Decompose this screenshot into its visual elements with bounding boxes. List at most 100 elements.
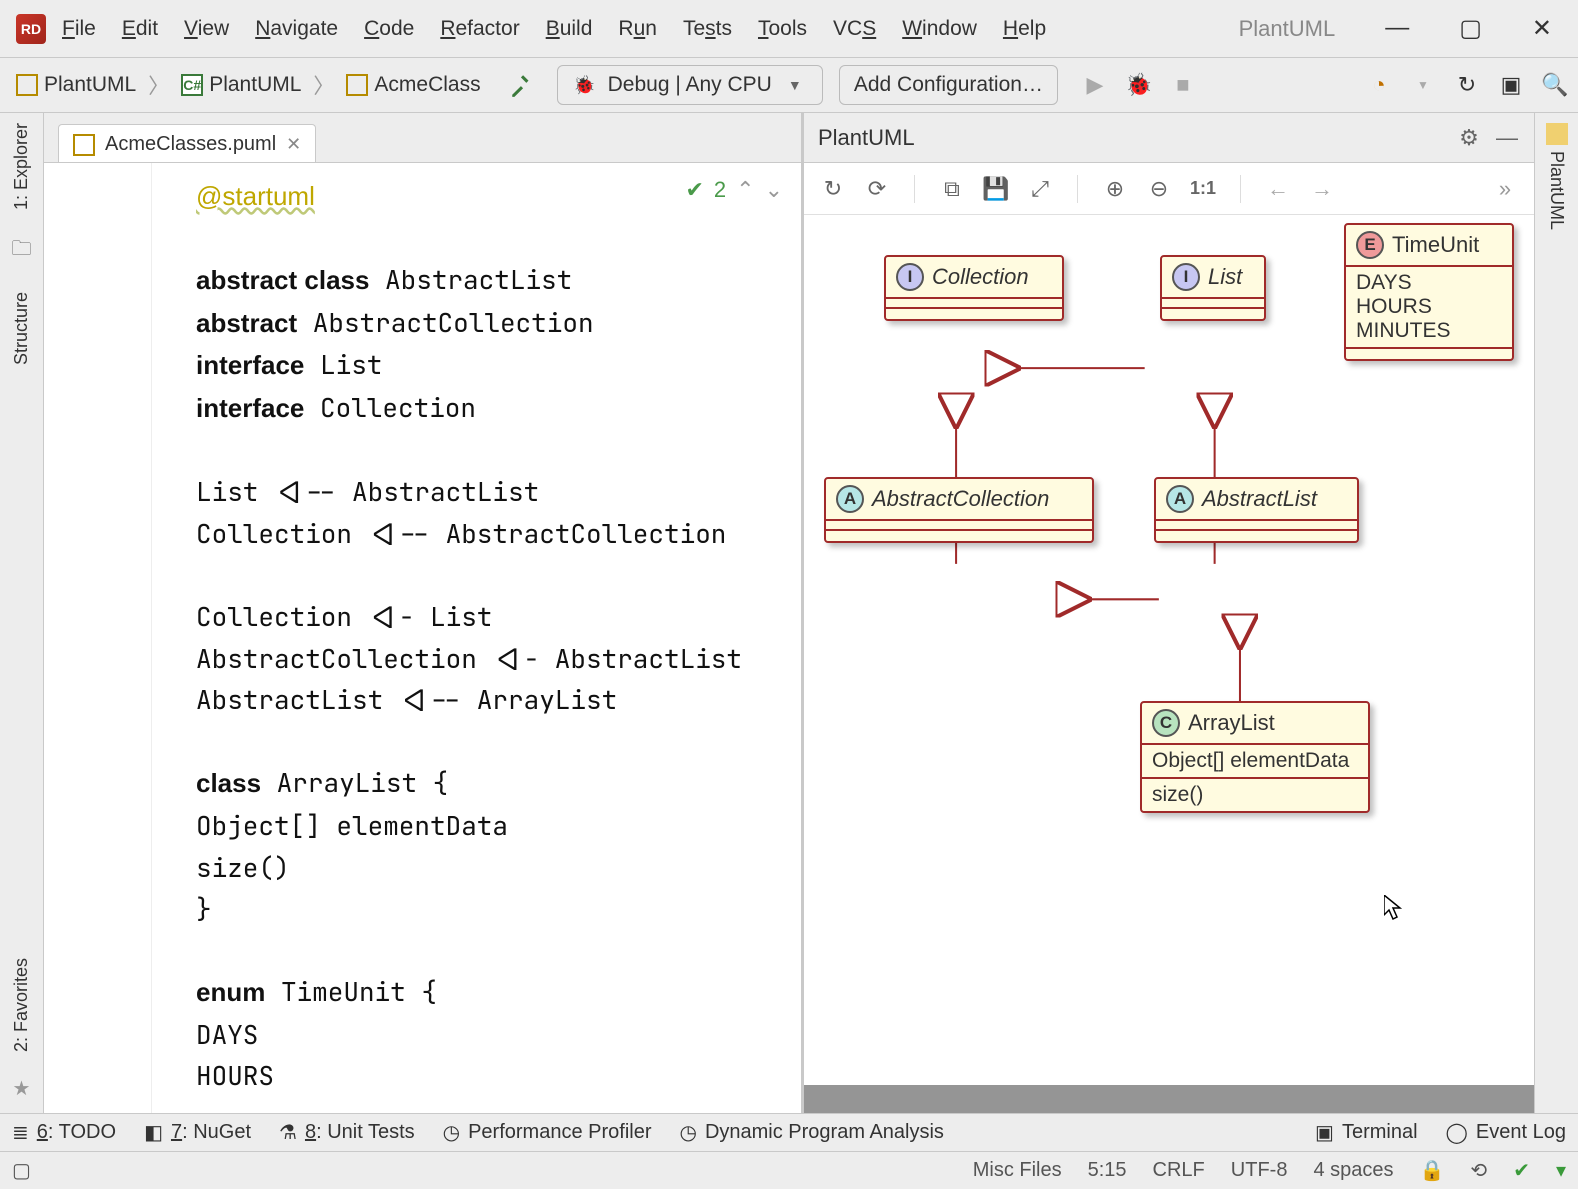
copy-icon[interactable]: ⧉ (939, 176, 965, 202)
search-icon[interactable]: 🔍 (1542, 72, 1568, 98)
uml-class-name: TimeUnit (1392, 232, 1479, 258)
close-tab-icon[interactable]: ✕ (286, 134, 301, 155)
menu-tests[interactable]: Tests (683, 17, 732, 41)
cube-icon (1546, 123, 1568, 145)
save-icon[interactable]: 💾 (983, 176, 1009, 202)
inspection-widget[interactable]: ✔ 2 ⌃ ⌄ (685, 177, 783, 203)
lock-icon[interactable]: 🔒 (1420, 1158, 1445, 1183)
balloon-icon: ◯ (1446, 1120, 1468, 1145)
minimize-panel-icon[interactable]: — (1494, 125, 1520, 151)
chevron-right-icon: 〉 (146, 70, 171, 100)
uml-class-name: Collection (932, 264, 1029, 290)
menu-help[interactable]: Help (1003, 17, 1046, 41)
status-indent[interactable]: 4 spaces (1313, 1159, 1393, 1182)
menu-build[interactable]: Build (546, 17, 593, 41)
run-play-icon[interactable]: ▶ (1082, 72, 1108, 98)
uml-class-name: AbstractCollection (872, 486, 1049, 512)
zoom-in-icon[interactable]: ⊕ (1102, 176, 1128, 202)
breadcrumb-project[interactable]: C#PlantUML (175, 71, 307, 99)
menu-navigate[interactable]: Navigate (255, 17, 338, 41)
uml-method: size() (1142, 779, 1368, 811)
diagram-canvas[interactable]: ICollection IList AAbstractCollection AA… (804, 215, 1534, 1085)
stop-icon[interactable]: ■ (1170, 72, 1196, 98)
tool-dpa[interactable]: ◷Dynamic Program Analysis (680, 1120, 944, 1145)
menu-refactor[interactable]: Refactor (440, 17, 519, 41)
window-minimize-icon[interactable]: — (1385, 14, 1409, 43)
editor-gutter (44, 163, 152, 1113)
tool-event-log[interactable]: ◯Event Log (1446, 1120, 1566, 1145)
external-open-icon[interactable]: ⤢ (1027, 176, 1053, 202)
rail-favorites[interactable]: 2: Favorites (11, 958, 32, 1052)
cube-icon (73, 134, 95, 156)
preview-title: PlantUML (818, 125, 915, 151)
play-tool-icon[interactable]: ▣ (1498, 72, 1524, 98)
sync-project-icon[interactable]: ↻ (1454, 72, 1480, 98)
abstract-badge: A (836, 485, 864, 513)
breadcrumb-file[interactable]: AcmeClass (340, 71, 486, 99)
chevron-down-icon[interactable]: ⌄ (765, 177, 783, 203)
app-icon: RD (16, 14, 46, 44)
menu-vcs[interactable]: VCS (833, 17, 876, 41)
menu-view[interactable]: View (184, 17, 229, 41)
add-configuration-button[interactable]: Add Configuration… (839, 65, 1058, 105)
status-line-endings[interactable]: CRLF (1153, 1159, 1205, 1182)
shield-icon[interactable]: ▾ (1556, 1158, 1566, 1183)
enum-value: HOURS (1356, 295, 1502, 319)
auto-refresh-icon[interactable]: ⟳ (864, 176, 890, 202)
folder-icon[interactable]: 🗀 (12, 234, 32, 268)
uml-class-name: List (1208, 264, 1242, 290)
rail-structure[interactable]: Structure (11, 292, 32, 365)
inspect-ok-icon[interactable]: ✔ (1513, 1158, 1530, 1183)
nav-back-icon[interactable]: ← (1265, 176, 1291, 202)
meter-icon: ◷ (443, 1120, 460, 1145)
tool-nuget[interactable]: ◧7: NuGet (144, 1120, 251, 1145)
menu-code[interactable]: Code (364, 17, 414, 41)
window-close-icon[interactable]: ✕ (1532, 14, 1552, 43)
file-tab[interactable]: AcmeClasses.puml ✕ (58, 124, 316, 162)
menu-run[interactable]: Run (618, 17, 657, 41)
gear-icon[interactable]: ⚙ (1456, 125, 1482, 151)
preview-scrollbar[interactable] (804, 1085, 1534, 1113)
menu-tools[interactable]: Tools (758, 17, 807, 41)
bug-small-icon: 🐞 (572, 72, 598, 98)
menu-edit[interactable]: Edit (122, 17, 158, 41)
rail-explorer[interactable]: 1: Explorer (11, 123, 32, 210)
cube-icon (16, 74, 38, 96)
star-icon[interactable]: ★ (13, 1076, 31, 1101)
refresh-icon[interactable]: ↻ (820, 176, 846, 202)
interface-badge: I (1172, 263, 1200, 291)
run-config-selector[interactable]: 🐞 Debug | Any CPU ▼ (557, 65, 823, 105)
chevron-down-icon: ▼ (782, 72, 808, 98)
chevron-up-icon[interactable]: ⌃ (736, 177, 754, 203)
debug-bug-icon[interactable]: 🐞 (1126, 72, 1152, 98)
more-icon[interactable]: » (1492, 176, 1518, 202)
window-title-hint: PlantUML (1239, 16, 1336, 42)
file-tab-name: AcmeClasses.puml (105, 133, 276, 156)
sync-icon[interactable]: ⟲ (1470, 1158, 1487, 1183)
profiler-icon[interactable]: ◔ (1366, 72, 1392, 98)
tool-terminal[interactable]: ▣Terminal (1315, 1120, 1417, 1145)
breadcrumb-root[interactable]: PlantUML (10, 71, 142, 99)
tool-unit-tests[interactable]: ⚗8: Unit Tests (279, 1120, 415, 1145)
tool-profiler[interactable]: ◷Performance Profiler (443, 1120, 652, 1145)
status-encoding[interactable]: UTF-8 (1231, 1159, 1288, 1182)
status-caret-pos[interactable]: 5:15 (1088, 1159, 1127, 1182)
list-icon: ≣ (12, 1120, 29, 1145)
window-maximize-icon[interactable]: ▢ (1459, 14, 1482, 43)
chevron-right-icon: 〉 (311, 70, 336, 100)
status-context[interactable]: Misc Files (973, 1159, 1062, 1182)
code-editor[interactable]: @startuml abstract class AbstractList ab… (152, 163, 801, 1113)
tool-todo[interactable]: ≣6: TODO (12, 1120, 116, 1145)
chevron-down-icon[interactable]: ▼ (1410, 72, 1436, 98)
zoom-out-icon[interactable]: ⊖ (1146, 176, 1172, 202)
terminal-icon: ▣ (1315, 1120, 1334, 1145)
menu-bar: File Edit View Navigate Code Refactor Bu… (56, 17, 1046, 41)
zoom-reset-icon[interactable]: 1:1 (1190, 176, 1216, 202)
hammer-build-icon[interactable] (509, 72, 535, 98)
menu-file[interactable]: File (62, 17, 96, 41)
check-icon: ✔ (685, 177, 703, 203)
menu-window[interactable]: Window (902, 17, 977, 41)
status-window-icon[interactable]: ▢ (12, 1158, 31, 1183)
nav-forward-icon[interactable]: → (1309, 176, 1335, 202)
rail-plantuml[interactable]: PlantUML (1546, 151, 1567, 230)
